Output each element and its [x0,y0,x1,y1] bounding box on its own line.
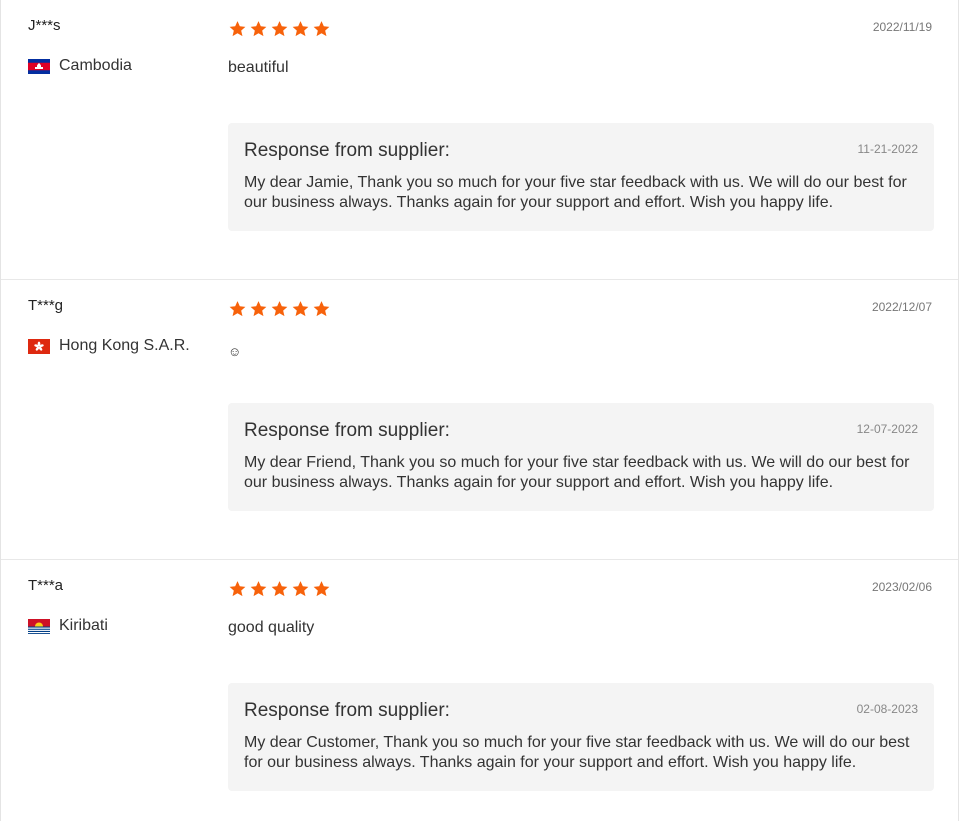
review-item: T***g Hong Kong S.A.R. 2022/12/07 ☺ Resp… [1,279,958,559]
review-item: T***a Kiribati 2023/02/06 good quality R… [1,559,958,839]
star-icon [292,581,309,597]
star-icon [250,301,267,317]
review-date: 2022/11/19 [872,20,932,34]
hong-kong-flag-icon [28,338,50,354]
response-text: My dear Friend, Thank you so much for yo… [244,454,910,491]
response-date: 11-21-2022 [857,142,919,156]
star-icon [313,581,330,597]
star-rating [228,300,331,318]
kiribati-flag-icon [28,618,50,634]
star-icon [292,301,309,317]
reviewer-country: Hong Kong S.A.R. [28,337,190,355]
star-icon [229,21,246,37]
star-icon [250,581,267,597]
review-comment: ☺ [228,344,242,359]
country-name: Hong Kong S.A.R. [59,337,190,354]
star-rating [228,20,331,38]
star-icon [229,581,246,597]
response-title: Response from supplier: [244,700,450,721]
star-icon [271,581,288,597]
review-date: 2023/02/06 [871,580,932,594]
response-title: Response from supplier: [244,420,450,441]
cambodia-flag-icon [28,58,50,74]
supplier-response: Response from supplier: 11-21-2022 My de… [228,123,934,231]
review-comment: good quality [228,619,315,636]
star-icon [250,21,267,37]
star-rating [228,580,331,598]
country-name: Cambodia [59,57,132,74]
country-name: Kiribati [59,617,108,634]
response-text: My dear Jamie, Thank you so much for you… [244,174,907,211]
response-text: My dear Customer, Thank you so much for … [244,734,910,771]
reviewer-name: J***s [28,17,61,34]
reviewer-name: T***g [28,297,64,314]
response-date: 02-08-2023 [856,702,918,716]
review-date: 2022/12/07 [871,300,932,314]
review-list: J***s Cambodia 2022/11/19 beautiful Resp… [0,0,959,821]
review-item: J***s Cambodia 2022/11/19 beautiful Resp… [1,0,958,279]
reviewer-country: Kiribati [28,617,108,635]
star-icon [313,21,330,37]
reviewer-name: T***a [28,577,64,594]
supplier-response: Response from supplier: 12-07-2022 My de… [228,403,934,511]
star-icon [271,301,288,317]
reviewer-country: Cambodia [28,57,132,75]
star-icon [229,301,246,317]
star-icon [271,21,288,37]
star-icon [292,21,309,37]
supplier-response: Response from supplier: 02-08-2023 My de… [228,683,934,791]
response-title: Response from supplier: [244,140,450,161]
star-icon [313,301,330,317]
review-comment: beautiful [228,59,289,76]
response-date: 12-07-2022 [856,422,918,436]
